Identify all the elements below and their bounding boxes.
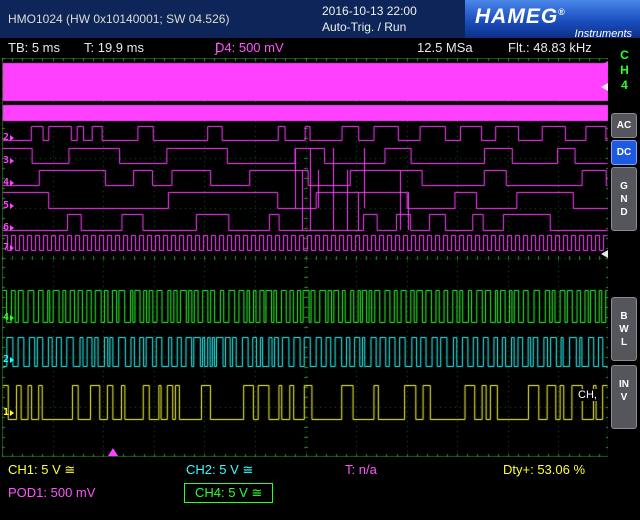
channel-status-bar: CH1: 5 V ≅ CH2: 5 V ≅ T: n/a Dty+: 53.06… xyxy=(0,458,640,520)
softkey-bwl[interactable]: BWL xyxy=(611,297,637,361)
header: HMO1024 (HW 0x10140001; SW 04.526) 2016-… xyxy=(0,0,640,38)
device-info: HMO1024 (HW 0x10140001; SW 04.526) xyxy=(8,12,229,26)
brand-text: HAMEG xyxy=(475,5,558,28)
trace-marker-5[interactable]: 5 xyxy=(3,200,14,211)
trigger-readout: T: n/a xyxy=(345,462,377,477)
trace-marker-6[interactable]: 6 xyxy=(3,222,14,233)
level-marker-icon-2[interactable] xyxy=(601,250,608,258)
trace-marker-2[interactable]: 2 xyxy=(3,354,14,365)
trigger-status: Auto-Trig. / Run xyxy=(322,19,417,35)
pod1-readout: POD1: 500 mV xyxy=(8,485,95,500)
filter-readout: Flt.: 48.83 kHz xyxy=(508,38,592,58)
duty-cycle-readout: Dty+: 53.06 % xyxy=(503,462,585,477)
channel-overlay-label: CH, xyxy=(576,389,599,401)
trigger-slope-icon: ∫ xyxy=(215,38,219,58)
registered-mark: ® xyxy=(558,7,566,17)
hameg-logo: HAMEG® Instruments xyxy=(465,0,640,38)
trigger-time-readout: T: 19.9 ms xyxy=(84,38,144,58)
trace-marker-arrow-icon xyxy=(10,203,14,209)
sample-rate-readout: 12.5 MSa xyxy=(417,38,473,58)
softkey-ac-coupling[interactable]: AC xyxy=(611,113,637,138)
scope-canvas xyxy=(2,58,609,457)
trace-marker-arrow-icon xyxy=(10,114,14,120)
level-marker-icon-0[interactable] xyxy=(601,61,608,69)
datetime: 2016-10-13 22:00 xyxy=(322,3,417,19)
timebase-readout: TB: 5 ms xyxy=(8,38,60,58)
trace-marker-arrow-icon xyxy=(10,135,14,141)
trace-marker-arrow-icon xyxy=(10,158,14,164)
softkey-dc-coupling[interactable]: DC xyxy=(611,140,637,165)
brand-name: HAMEG® xyxy=(475,1,632,28)
trace-marker-4[interactable]: 4 xyxy=(3,177,14,188)
trace-marker-1[interactable]: 1 xyxy=(3,111,14,122)
trigger-source-text: D4: 500 mV xyxy=(215,38,284,58)
softkey-gnd[interactable]: GND xyxy=(611,167,637,231)
status-bar: TB: 5 ms T: 19.9 ms D4: 500 mV ∫ 12.5 MS… xyxy=(0,38,612,58)
trace-marker-3[interactable]: 3 xyxy=(3,155,14,166)
trace-marker-0[interactable]: 0 xyxy=(3,92,14,103)
trace-marker-2[interactable]: 2 xyxy=(3,132,14,143)
softkey-menu: CH4 AC DC GND BWL INV xyxy=(608,44,640,458)
level-marker-icon-1[interactable] xyxy=(601,83,608,91)
softkey-invert[interactable]: INV xyxy=(611,365,637,429)
trace-marker-4[interactable]: 4 xyxy=(3,312,14,323)
trace-marker-7[interactable]: 7 xyxy=(3,242,14,253)
trace-marker-arrow-icon xyxy=(10,95,14,101)
ch2-readout: CH2: 5 V ≅ xyxy=(186,462,253,478)
trace-marker-arrow-icon xyxy=(10,315,14,321)
header-center: 2016-10-13 22:00 Auto-Trig. / Run xyxy=(322,3,417,35)
trace-marker-1[interactable]: 1 xyxy=(3,407,14,418)
trace-marker-arrow-icon xyxy=(10,357,14,363)
trace-marker-arrow-icon xyxy=(10,245,14,251)
trace-marker-arrow-icon xyxy=(10,410,14,416)
active-channel-indicator: CH4 xyxy=(618,48,631,93)
ch4-readout-selected: CH4: 5 V ≅ xyxy=(184,483,273,503)
trigger-position-marker-icon[interactable] xyxy=(108,448,118,456)
trace-marker-arrow-icon xyxy=(10,180,14,186)
ch1-readout: CH1: 5 V ≅ xyxy=(8,462,75,478)
trace-marker-arrow-icon xyxy=(10,225,14,231)
waveform-display: CH, 0 1 2 3 4 5 6 7 4 2 1 xyxy=(2,58,609,457)
